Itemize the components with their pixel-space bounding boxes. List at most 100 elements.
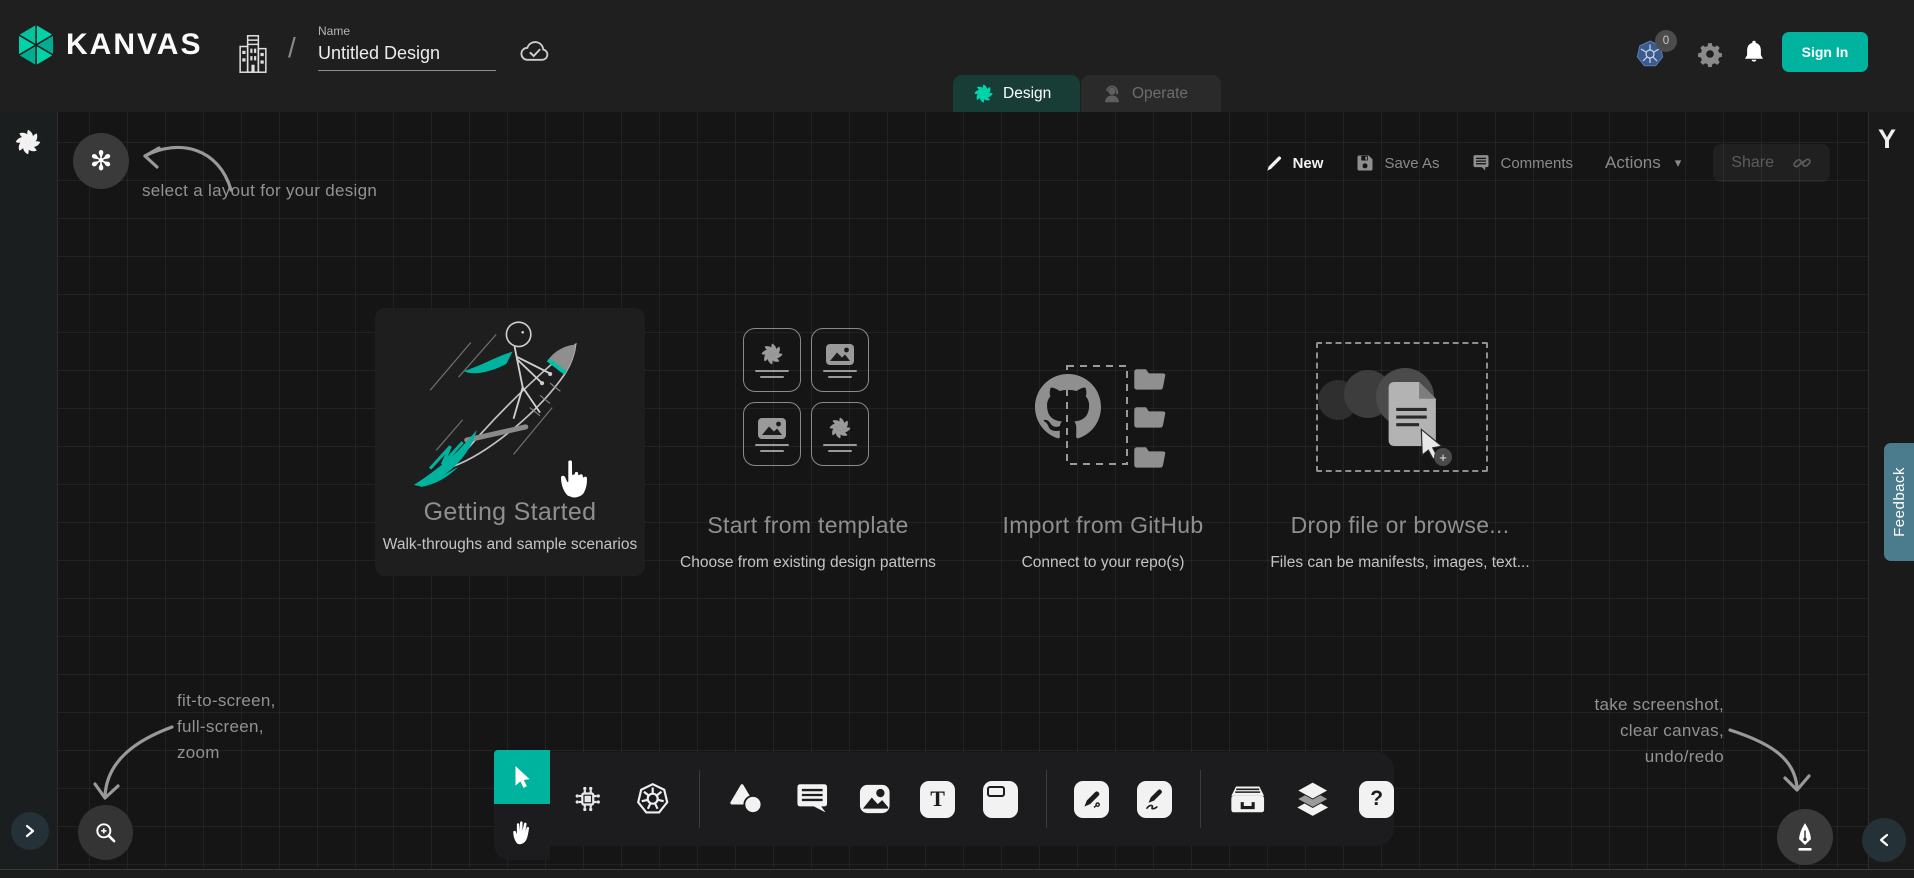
notifications-bell-icon[interactable] bbox=[1741, 39, 1767, 67]
sign-in-button[interactable]: Sign In bbox=[1782, 32, 1868, 72]
card-title: Import from GitHub bbox=[969, 512, 1237, 539]
tab-operate[interactable]: Operate bbox=[1081, 75, 1221, 112]
pen-nib-icon bbox=[1792, 822, 1818, 852]
tab-design[interactable]: Design bbox=[953, 75, 1080, 112]
card-title: Getting Started bbox=[375, 498, 645, 527]
new-design-button[interactable]: New bbox=[1265, 154, 1324, 173]
design-spiral-icon bbox=[973, 83, 994, 104]
github-octocat-icon bbox=[1035, 374, 1101, 440]
operate-headset-icon bbox=[1101, 83, 1123, 105]
drawer-tool[interactable] bbox=[1229, 779, 1266, 819]
card-subtitle: Files can be manifests, images, text... bbox=[1254, 554, 1546, 572]
selector-column bbox=[494, 750, 550, 860]
card-subtitle: Connect to your repo(s) bbox=[969, 554, 1237, 572]
card-subtitle: Walk-throughs and sample scenarios bbox=[375, 536, 645, 554]
dock-main-row: T bbox=[550, 752, 1394, 846]
pencil-new-icon bbox=[1265, 154, 1284, 173]
feedback-label: Feedback bbox=[1891, 467, 1908, 537]
chevron-right-icon bbox=[23, 824, 37, 838]
cursor-arrow-icon bbox=[509, 764, 535, 790]
comment-tool[interactable] bbox=[793, 780, 829, 818]
comments-label: Comments bbox=[1500, 155, 1573, 172]
card-getting-started[interactable]: Getting Started Walk-throughs and sample… bbox=[375, 308, 645, 576]
feedback-tab[interactable]: Feedback bbox=[1884, 443, 1914, 561]
expand-left-panel-button[interactable] bbox=[11, 812, 49, 850]
cloud-saved-icon bbox=[518, 36, 552, 64]
brand-wordmark: KANVAS bbox=[66, 28, 202, 62]
y-mark-icon[interactable]: Y bbox=[1878, 124, 1896, 155]
floppy-save-icon bbox=[1355, 153, 1375, 173]
comments-icon bbox=[1471, 153, 1491, 173]
template-tile-design bbox=[811, 402, 869, 466]
zoom-hint-arrow bbox=[87, 712, 197, 812]
organization-icon[interactable] bbox=[238, 32, 268, 76]
dock-divider bbox=[1046, 770, 1047, 828]
new-label: New bbox=[1293, 155, 1324, 172]
card-import-github[interactable]: Import from GitHub Connect to your repo(… bbox=[969, 324, 1237, 576]
app-header: KANVAS / Name bbox=[0, 0, 1914, 112]
tab-operate-label: Operate bbox=[1132, 85, 1188, 103]
plus-badge-icon: + bbox=[1434, 448, 1452, 466]
shapes-tool[interactable] bbox=[728, 779, 765, 819]
pencil-sketch-icon bbox=[1141, 786, 1167, 812]
tool-dock: T bbox=[494, 750, 1394, 862]
repo-folder-icon bbox=[1129, 364, 1171, 392]
design-canvas[interactable]: ✻ select a layout for your design New bbox=[57, 112, 1868, 869]
meshery-spiral-icon[interactable] bbox=[14, 128, 42, 156]
settings-gear-icon[interactable] bbox=[1697, 41, 1723, 67]
actions-label: Actions bbox=[1605, 153, 1661, 173]
canvas-actions-hint-arrow bbox=[1667, 712, 1817, 812]
canvas-toolbar: New Save As Comments Actions bbox=[1265, 144, 1830, 182]
dock-divider bbox=[1200, 770, 1201, 828]
text-tool[interactable]: T bbox=[920, 781, 955, 818]
image-tool[interactable] bbox=[857, 780, 893, 818]
layout-asterisk-icon: ✻ bbox=[90, 148, 113, 175]
pencil-tool[interactable] bbox=[1137, 781, 1172, 818]
card-subtitle: Choose from existing design patterns bbox=[655, 554, 961, 572]
caret-down-icon: ▾ bbox=[1675, 155, 1682, 171]
template-tile-image bbox=[811, 328, 869, 392]
card-drop-file[interactable]: + Drop file or browse... Files can be ma… bbox=[1264, 324, 1536, 576]
text-tool-glyph: T bbox=[930, 786, 945, 812]
collapse-right-panel-button[interactable] bbox=[1862, 818, 1906, 862]
kanvas-logo-icon bbox=[14, 21, 58, 69]
sticky-note-tool[interactable] bbox=[983, 781, 1018, 818]
pen-tool[interactable] bbox=[1074, 781, 1109, 818]
template-tile-image bbox=[743, 402, 801, 466]
card-title: Start from template bbox=[675, 512, 941, 539]
share-button[interactable]: Share bbox=[1713, 144, 1830, 182]
share-label: Share bbox=[1731, 154, 1774, 172]
help-glyph: ? bbox=[1370, 787, 1383, 811]
design-name-label: Name bbox=[318, 24, 496, 38]
layers-tool[interactable] bbox=[1294, 779, 1331, 819]
canvas-actions-button[interactable] bbox=[1777, 809, 1833, 865]
component-tool[interactable] bbox=[570, 780, 606, 818]
card-title: Drop file or browse... bbox=[1264, 512, 1536, 539]
left-sidebar bbox=[0, 112, 58, 869]
actions-dropdown[interactable]: Actions ▾ bbox=[1605, 153, 1681, 173]
help-tool[interactable]: ? bbox=[1359, 781, 1394, 818]
pan-tool[interactable] bbox=[494, 804, 550, 860]
pen-path-icon bbox=[1079, 786, 1105, 812]
chevron-left-icon bbox=[1877, 833, 1891, 847]
card-start-from-template[interactable]: Start from template Choose from existing… bbox=[675, 324, 941, 580]
select-tool[interactable] bbox=[494, 750, 550, 804]
layout-selector-button[interactable]: ✻ bbox=[73, 133, 129, 189]
template-tile-design bbox=[743, 328, 801, 392]
kubernetes-tool[interactable] bbox=[634, 779, 671, 819]
save-as-label: Save As bbox=[1384, 155, 1439, 172]
hand-cursor-icon bbox=[553, 454, 595, 500]
dock-divider bbox=[699, 770, 700, 828]
design-name-input[interactable] bbox=[318, 41, 496, 71]
repo-folder-icon bbox=[1129, 442, 1171, 470]
note-tab-icon bbox=[987, 786, 1005, 797]
notification-count-badge: 0 bbox=[1655, 30, 1677, 52]
zoom-in-magnifier-icon bbox=[93, 820, 119, 846]
hand-pan-icon bbox=[508, 818, 536, 846]
save-as-button[interactable]: Save As bbox=[1355, 153, 1439, 173]
repo-folder-icon bbox=[1129, 402, 1171, 430]
kanvas-app: KANVAS / Name bbox=[0, 0, 1914, 878]
zoom-controls-button[interactable] bbox=[78, 805, 133, 860]
template-tiles bbox=[743, 328, 869, 466]
comments-button[interactable]: Comments bbox=[1471, 153, 1573, 173]
